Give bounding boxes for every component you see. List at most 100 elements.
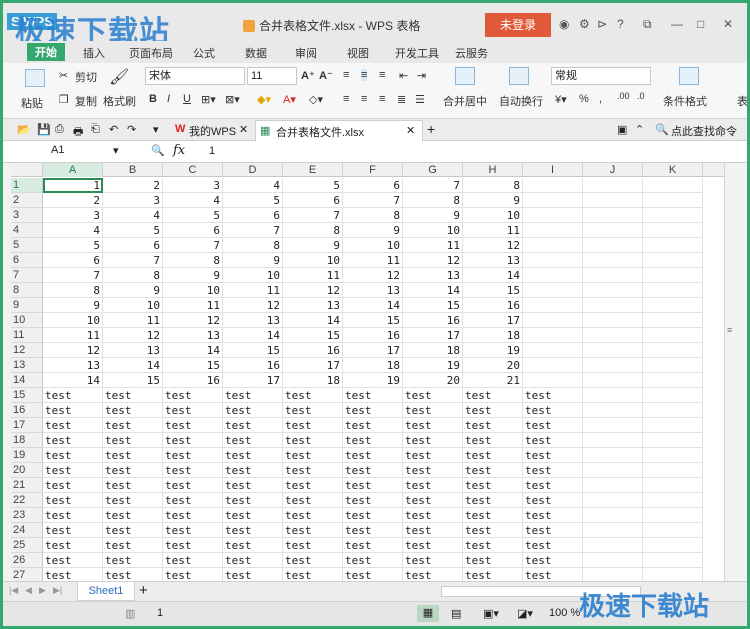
cell-b1[interactable]: 2	[103, 178, 163, 193]
cell-h25[interactable]: test	[463, 538, 523, 553]
cell-b8[interactable]: 9	[103, 283, 163, 298]
align-left-icon[interactable]: ≡	[343, 93, 349, 105]
name-box[interactable]: A1	[51, 144, 131, 160]
cell-h14[interactable]: 21	[463, 373, 523, 388]
cell-d19[interactable]: test	[223, 448, 283, 463]
cell-i7[interactable]	[523, 268, 583, 283]
cell-c9[interactable]: 11	[163, 298, 223, 313]
cell-a11[interactable]: 11	[43, 328, 103, 343]
open-icon[interactable]: 📂	[17, 123, 31, 136]
cell-j25[interactable]	[583, 538, 643, 553]
cell-j15[interactable]	[583, 388, 643, 403]
cell-k2[interactable]	[643, 193, 703, 208]
cell-c10[interactable]: 12	[163, 313, 223, 328]
my-wps-tab[interactable]: 我的WPS	[189, 123, 236, 139]
sheet-nav-prev-icon[interactable]: ◀	[25, 585, 32, 596]
cell-k7[interactable]	[643, 268, 703, 283]
cell-f2[interactable]: 7	[343, 193, 403, 208]
column-header-c[interactable]: C	[163, 163, 223, 177]
redo-icon[interactable]: ↷	[127, 123, 136, 136]
cell-c13[interactable]: 15	[163, 358, 223, 373]
cell-k6[interactable]	[643, 253, 703, 268]
cell-e8[interactable]: 12	[283, 283, 343, 298]
cell-h3[interactable]: 10	[463, 208, 523, 223]
print-preview-icon[interactable]: ⎗	[91, 123, 100, 136]
row-header-26[interactable]: 26	[11, 553, 43, 568]
bold-icon[interactable]: B	[149, 93, 157, 105]
cell-d2[interactable]: 5	[223, 193, 283, 208]
cell-e24[interactable]: test	[283, 523, 343, 538]
cell-d12[interactable]: 15	[223, 343, 283, 358]
cell-g7[interactable]: 13	[403, 268, 463, 283]
cell-b3[interactable]: 4	[103, 208, 163, 223]
row-header-13[interactable]: 13	[11, 358, 43, 373]
row-header-8[interactable]: 8	[11, 283, 43, 298]
cell-k9[interactable]	[643, 298, 703, 313]
paste-icon[interactable]	[25, 69, 45, 87]
cell-d8[interactable]: 11	[223, 283, 283, 298]
cell-f27[interactable]: test	[343, 568, 403, 581]
cell-c1[interactable]: 3	[163, 178, 223, 193]
cell-e17[interactable]: test	[283, 418, 343, 433]
cell-k18[interactable]	[643, 433, 703, 448]
cell-j20[interactable]	[583, 463, 643, 478]
fill-color-icon[interactable]: ◆▾	[257, 93, 271, 106]
cell-g15[interactable]: test	[403, 388, 463, 403]
cell-f18[interactable]: test	[343, 433, 403, 448]
cut-icon[interactable]: ✂	[59, 69, 68, 82]
cell-g16[interactable]: test	[403, 403, 463, 418]
cell-j13[interactable]	[583, 358, 643, 373]
cell-a20[interactable]: test	[43, 463, 103, 478]
cell-k11[interactable]	[643, 328, 703, 343]
cell-e5[interactable]: 9	[283, 238, 343, 253]
cell-k1[interactable]	[643, 178, 703, 193]
column-header-k[interactable]: K	[643, 163, 703, 177]
copy-button[interactable]: 复制	[75, 93, 97, 109]
cell-d22[interactable]: test	[223, 493, 283, 508]
scroll-grip-icon[interactable]: ≡	[727, 325, 732, 335]
cell-i17[interactable]: test	[523, 418, 583, 433]
cell-j24[interactable]	[583, 523, 643, 538]
column-header-b[interactable]: B	[103, 163, 163, 177]
cell-k21[interactable]	[643, 478, 703, 493]
cell-h9[interactable]: 16	[463, 298, 523, 313]
cell-a22[interactable]: test	[43, 493, 103, 508]
cell-k16[interactable]	[643, 403, 703, 418]
cell-h27[interactable]: test	[463, 568, 523, 581]
cell-e6[interactable]: 10	[283, 253, 343, 268]
cell-e26[interactable]: test	[283, 553, 343, 568]
cell-k3[interactable]	[643, 208, 703, 223]
cell-b10[interactable]: 11	[103, 313, 163, 328]
cell-i13[interactable]	[523, 358, 583, 373]
cell-k25[interactable]	[643, 538, 703, 553]
cell-j16[interactable]	[583, 403, 643, 418]
copy-icon[interactable]: ❐	[59, 93, 69, 106]
cell-h26[interactable]: test	[463, 553, 523, 568]
cell-e23[interactable]: test	[283, 508, 343, 523]
tab-developer[interactable]: 开发工具	[395, 45, 439, 61]
cell-d4[interactable]: 7	[223, 223, 283, 238]
cell-k13[interactable]	[643, 358, 703, 373]
cell-h23[interactable]: test	[463, 508, 523, 523]
align-center-icon[interactable]: ≡	[361, 93, 367, 105]
cell-a1[interactable]: 1	[43, 178, 103, 193]
skin-icon[interactable]: ◉	[559, 17, 569, 31]
cell-f8[interactable]: 13	[343, 283, 403, 298]
row-header-22[interactable]: 22	[11, 493, 43, 508]
cell-e15[interactable]: test	[283, 388, 343, 403]
cell-e21[interactable]: test	[283, 478, 343, 493]
cell-g23[interactable]: test	[403, 508, 463, 523]
close-my-wps-icon[interactable]: ✕	[239, 123, 248, 136]
cell-b4[interactable]: 5	[103, 223, 163, 238]
cell-d26[interactable]: test	[223, 553, 283, 568]
cell-c5[interactable]: 7	[163, 238, 223, 253]
cell-a6[interactable]: 6	[43, 253, 103, 268]
cell-i19[interactable]: test	[523, 448, 583, 463]
cell-i12[interactable]	[523, 343, 583, 358]
cell-j1[interactable]	[583, 178, 643, 193]
new-tab-icon[interactable]: +	[427, 121, 435, 137]
cell-c6[interactable]: 8	[163, 253, 223, 268]
cell-e14[interactable]: 18	[283, 373, 343, 388]
cell-i24[interactable]: test	[523, 523, 583, 538]
column-header-i[interactable]: I	[523, 163, 583, 177]
